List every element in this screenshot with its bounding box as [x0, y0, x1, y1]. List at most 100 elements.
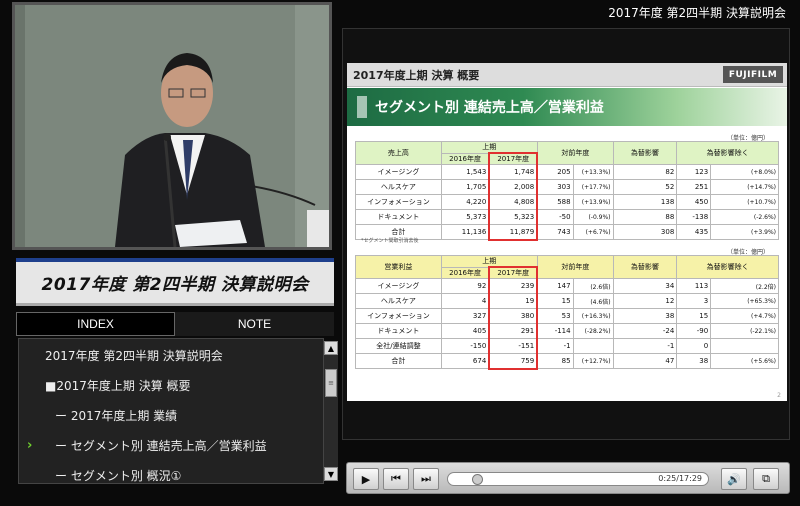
- row-name: 全社/連結調整: [355, 338, 442, 354]
- cell-expct: (+5.6%): [710, 353, 779, 369]
- list-item-label: ■2017年度上期 決算 概要: [45, 378, 191, 393]
- cell-cur: 2,008: [488, 179, 539, 195]
- cell-fx: 308: [612, 224, 678, 240]
- speaker-video-image: [15, 5, 329, 247]
- play-button[interactable]: ▶: [353, 468, 379, 490]
- cell-prev: 4: [440, 293, 490, 309]
- cell-prev: 92: [440, 278, 490, 294]
- cell-prev: 405: [440, 323, 490, 339]
- cell-cur: 759: [488, 353, 539, 370]
- table-row: インフォメーション 4,220 4,808 588 (+13.9%) 138 4…: [355, 194, 779, 210]
- time-display: 0:25/17:29: [658, 474, 702, 483]
- cell-exfx: 251: [676, 179, 712, 195]
- table-row: ヘルスケア 1,705 2,008 303 (+17.7%) 52 251 (+…: [355, 179, 779, 195]
- cell-exfx: -90: [676, 323, 712, 339]
- table-row: インフォメーション 327 380 53 (+16.3%) 38 15 (+4.…: [355, 308, 779, 324]
- cell-expct: (+4.7%): [710, 308, 779, 324]
- row-name: インフォメーション: [355, 194, 442, 210]
- list-item[interactable]: 2017年度 第2四半期 決算説明会: [19, 341, 223, 369]
- col-prev: 2016年度: [440, 266, 490, 279]
- table-row: ドキュメント 5,373 5,323 -50 (-0.9%) 88 -138 (…: [355, 209, 779, 225]
- cell-prev: 5,373: [440, 209, 490, 225]
- cell-prev: 4,220: [440, 194, 490, 210]
- index-list: 2017年度 第2四半期 決算説明会 ■2017年度上期 決算 概要 ー 201…: [18, 338, 324, 484]
- cell-exfx: 38: [676, 353, 712, 369]
- cell-exfx: 15: [676, 308, 712, 324]
- index-scrollbar[interactable]: ▲ ≡ ▼: [324, 341, 338, 481]
- cell-expct: (-2.6%): [710, 209, 779, 225]
- row-name: ドキュメント: [355, 209, 442, 225]
- table-row: 全社/連結調整 -150 -151 -1 -1 0: [355, 338, 779, 354]
- cell-cur: 291: [488, 323, 539, 339]
- cell-exfx: 435: [676, 224, 712, 240]
- previous-button[interactable]: ⏮: [383, 468, 409, 490]
- cell-pct: (+12.7%): [572, 353, 614, 369]
- previous-icon: ⏮: [391, 472, 401, 485]
- cell-pct: (2.6倍): [572, 278, 614, 294]
- volume-button[interactable]: 🔊: [721, 468, 747, 490]
- cell-diff: 743: [536, 224, 574, 240]
- play-icon: ▶: [361, 472, 371, 486]
- cell-exfx: 123: [676, 164, 712, 180]
- popout-button[interactable]: ⧉: [753, 468, 779, 490]
- slide-frame: 2017年度上期 決算 概要 FUJIFILM セグメント別 連結売上高／営業利…: [342, 28, 790, 440]
- list-item[interactable]: ー 2017年度上期 業績: [19, 401, 177, 429]
- scroll-down-icon[interactable]: ▼: [324, 467, 338, 481]
- row-name: 合計: [355, 353, 442, 369]
- cell-pct: (+6.7%): [572, 224, 614, 240]
- col-prev: 2016年度: [440, 152, 490, 165]
- tab-note[interactable]: NOTE: [175, 312, 334, 336]
- cell-prev: 11,136: [440, 224, 490, 240]
- cell-cur: 239: [488, 278, 539, 294]
- table-row: イメージング 1,543 1,748 205 (+13.3%) 82 123 (…: [355, 164, 779, 180]
- list-item[interactable]: ■2017年度上期 決算 概要: [19, 371, 191, 399]
- cell-fx: 82: [612, 164, 678, 180]
- cell-diff: -114: [536, 323, 574, 339]
- cell-pct: (+16.3%): [572, 308, 614, 324]
- cell-fx: 38: [612, 308, 678, 324]
- cell-pct: (-0.9%): [572, 209, 614, 225]
- table-footnote: *セグメント間取引消去後: [361, 238, 419, 244]
- cell-fx: 52: [612, 179, 678, 195]
- cell-expct: (-22.1%): [710, 323, 779, 339]
- scrollbar-thumb[interactable]: ≡: [325, 369, 337, 397]
- cell-pct: (+17.7%): [572, 179, 614, 195]
- table-corner: 営業利益: [355, 255, 442, 279]
- sales-table: 売上高 上期 対前年度 為替影響 為替影響除く 2016年度 2017年度 イメ…: [355, 141, 779, 241]
- col-exfx: 為替影響除く: [676, 255, 779, 279]
- slide-title: セグメント別 連結売上高／営業利益: [375, 100, 604, 116]
- seek-handle[interactable]: [471, 474, 483, 485]
- next-button[interactable]: ⏭: [413, 468, 439, 490]
- cell-diff: 53: [536, 308, 574, 324]
- operating-income-table: 営業利益 上期 対前年度 為替影響 為替影響除く 2016年度 2017年度 イ…: [355, 255, 779, 370]
- cell-cur: 380: [488, 308, 539, 324]
- col-cur: 2017年度: [488, 152, 539, 165]
- cell-pct: [572, 338, 614, 354]
- right-column: 2017年度 第2四半期 決算説明会 2017年度上期 決算 概要 FUJIFI…: [340, 0, 800, 506]
- slide-page-number: 2: [777, 392, 781, 399]
- scroll-up-icon[interactable]: ▲: [324, 341, 338, 355]
- seek-bar[interactable]: 0:25/17:29: [447, 472, 709, 486]
- table-row: イメージング 92 239 147 (2.6倍) 34 113 (2.2倍): [355, 278, 779, 294]
- row-name: インフォメーション: [355, 308, 442, 324]
- list-item[interactable]: ー セグメント別 概況①: [19, 461, 181, 483]
- table-row: ドキュメント 405 291 -114 (-28.2%) -24 -90 (-2…: [355, 323, 779, 339]
- fujifilm-logo: FUJIFILM: [723, 66, 783, 83]
- cell-diff: 303: [536, 179, 574, 195]
- window-title: 2017年度 第2四半期 決算説明会: [608, 5, 786, 20]
- list-item-label: 2017年度 第2四半期 決算説明会: [45, 348, 223, 363]
- cell-expct: (+8.0%): [710, 164, 779, 180]
- cell-prev: 1,543: [440, 164, 490, 180]
- cell-expct: (+10.7%): [710, 194, 779, 210]
- cell-exfx: 3: [676, 293, 712, 309]
- speaker-video[interactable]: [12, 2, 332, 250]
- cell-pct: (-28.2%): [572, 323, 614, 339]
- col-cur: 2017年度: [488, 266, 539, 279]
- cell-prev: 674: [440, 353, 490, 369]
- list-item-current[interactable]: › ー セグメント別 連結売上高／営業利益: [19, 431, 267, 459]
- table-row-total: 合計 674 759 85 (+12.7%) 47 38 (+5.6%): [355, 353, 779, 370]
- cell-pct: (+13.9%): [572, 194, 614, 210]
- volume-icon: 🔊: [727, 472, 741, 486]
- next-icon: ⏭: [421, 472, 431, 485]
- tab-index[interactable]: INDEX: [16, 312, 175, 336]
